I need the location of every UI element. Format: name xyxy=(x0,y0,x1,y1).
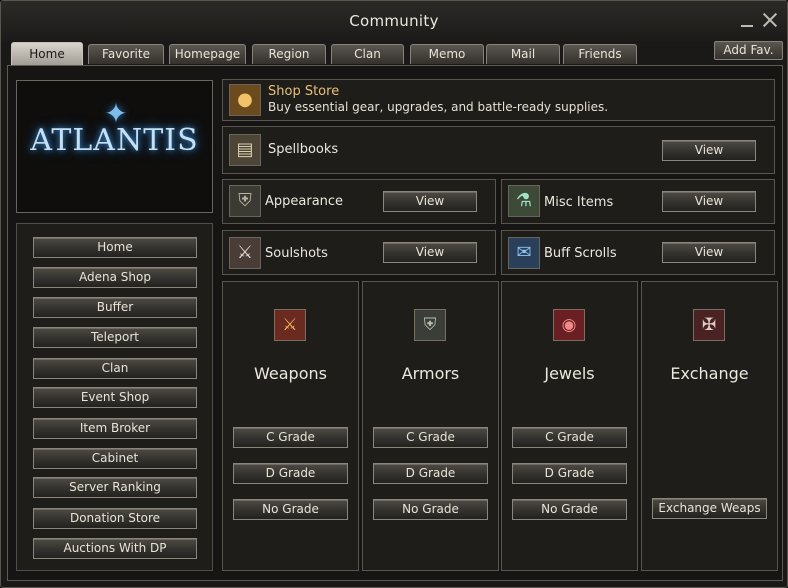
sidebar-item-donation-store[interactable]: Donation Store xyxy=(33,508,197,529)
armor-appearance-icon: ⛨ xyxy=(229,185,261,217)
sidebar-item-clan[interactable]: Clan xyxy=(33,358,197,379)
appearance-view-button[interactable]: View xyxy=(383,191,477,212)
weapons-no-grade-button[interactable]: No Grade xyxy=(233,499,348,520)
sidebar-item-item-broker[interactable]: Item Broker xyxy=(33,418,197,439)
category-jewels: ◉ Jewels C Grade D Grade No Grade xyxy=(501,281,638,571)
add-favorite-button[interactable]: Add Fav. xyxy=(714,41,783,60)
category-title: Armors xyxy=(401,364,460,383)
logo-text: ATLANTIS xyxy=(30,123,199,158)
jewels-d-grade-button[interactable]: D Grade xyxy=(512,463,627,484)
category-title: Jewels xyxy=(544,364,595,383)
tab-memo[interactable]: Memo xyxy=(410,44,484,64)
shop-store-title: Shop Store xyxy=(268,84,340,99)
soulshots-label: Soulshots xyxy=(265,246,328,261)
sidebar-item-home[interactable]: Home xyxy=(33,237,197,258)
tab-home[interactable]: Home xyxy=(11,42,83,66)
appearance-label: Appearance xyxy=(265,194,344,209)
minimize-icon[interactable] xyxy=(738,11,756,29)
misc-items-view-button[interactable]: View xyxy=(662,191,756,212)
sidebar-item-server-ranking[interactable]: Server Ranking xyxy=(33,477,197,498)
soulshot-icon: ⚔ xyxy=(229,237,261,269)
category-weapons: ⚔ Weapons C Grade D Grade No Grade xyxy=(222,281,359,571)
jewels-no-grade-button[interactable]: No Grade xyxy=(512,499,627,520)
scroll-icon: ✉ xyxy=(508,237,540,269)
spellbook-icon: ▤ xyxy=(229,134,261,166)
soulshots-view-button[interactable]: View xyxy=(383,242,477,263)
armors-d-grade-button[interactable]: D Grade xyxy=(373,463,488,484)
weapon-icon: ⚔ xyxy=(274,309,306,341)
sidebar-item-auctions-with-dp[interactable]: Auctions With DP xyxy=(33,538,197,559)
tab-friends[interactable]: Friends xyxy=(563,44,637,64)
tab-favorite[interactable]: Favorite xyxy=(88,44,164,64)
sidebar-item-cabinet[interactable]: Cabinet xyxy=(33,448,197,469)
window-title: Community xyxy=(349,12,439,30)
sidebar-item-event-shop[interactable]: Event Shop xyxy=(33,387,197,408)
weapons-c-grade-button[interactable]: C Grade xyxy=(233,427,348,448)
buff-scrolls-label: Buff Scrolls xyxy=(544,246,617,261)
spellbooks-view-button[interactable]: View xyxy=(662,140,756,161)
misc-items-label: Misc Items xyxy=(544,195,614,210)
tab-mail[interactable]: Mail xyxy=(486,44,560,64)
buff-scrolls-view-button[interactable]: View xyxy=(662,242,756,263)
category-armors: ⛨ Armors C Grade D Grade No Grade xyxy=(362,281,499,571)
sidebar-item-buffer[interactable]: Buffer xyxy=(33,297,197,318)
community-window: Community Home Favorite Homepage Region … xyxy=(0,0,788,588)
armor-icon: ⛨ xyxy=(414,309,446,341)
tab-clan[interactable]: Clan xyxy=(331,44,404,64)
spellbooks-label: Spellbooks xyxy=(268,142,339,157)
sidebar-item-adena-shop[interactable]: Adena Shop xyxy=(33,267,197,288)
jewel-icon: ◉ xyxy=(553,309,585,341)
tab-region[interactable]: Region xyxy=(252,44,326,64)
sidebar-item-teleport[interactable]: Teleport xyxy=(33,327,197,348)
weapons-d-grade-button[interactable]: D Grade xyxy=(233,463,348,484)
jewels-c-grade-button[interactable]: C Grade xyxy=(512,427,627,448)
title-bar[interactable]: Community xyxy=(1,1,787,41)
category-exchange: ✠ Exchange Exchange Weaps xyxy=(641,281,778,571)
tab-homepage[interactable]: Homepage xyxy=(169,44,246,64)
category-title: Weapons xyxy=(254,364,327,383)
exchange-weapons-button[interactable]: Exchange Weaps xyxy=(652,498,767,519)
close-icon[interactable] xyxy=(761,11,779,29)
armors-c-grade-button[interactable]: C Grade xyxy=(373,427,488,448)
potion-icon: ⚗ xyxy=(508,185,540,217)
shop-store-subtitle: Buy essential gear, upgrades, and battle… xyxy=(268,100,609,114)
category-title: Exchange xyxy=(670,364,749,383)
exchange-icon: ✠ xyxy=(693,309,725,341)
coin-bag-icon: ● xyxy=(229,84,261,116)
server-logo: ✦ ATLANTIS xyxy=(16,80,213,213)
armors-no-grade-button[interactable]: No Grade xyxy=(373,499,488,520)
